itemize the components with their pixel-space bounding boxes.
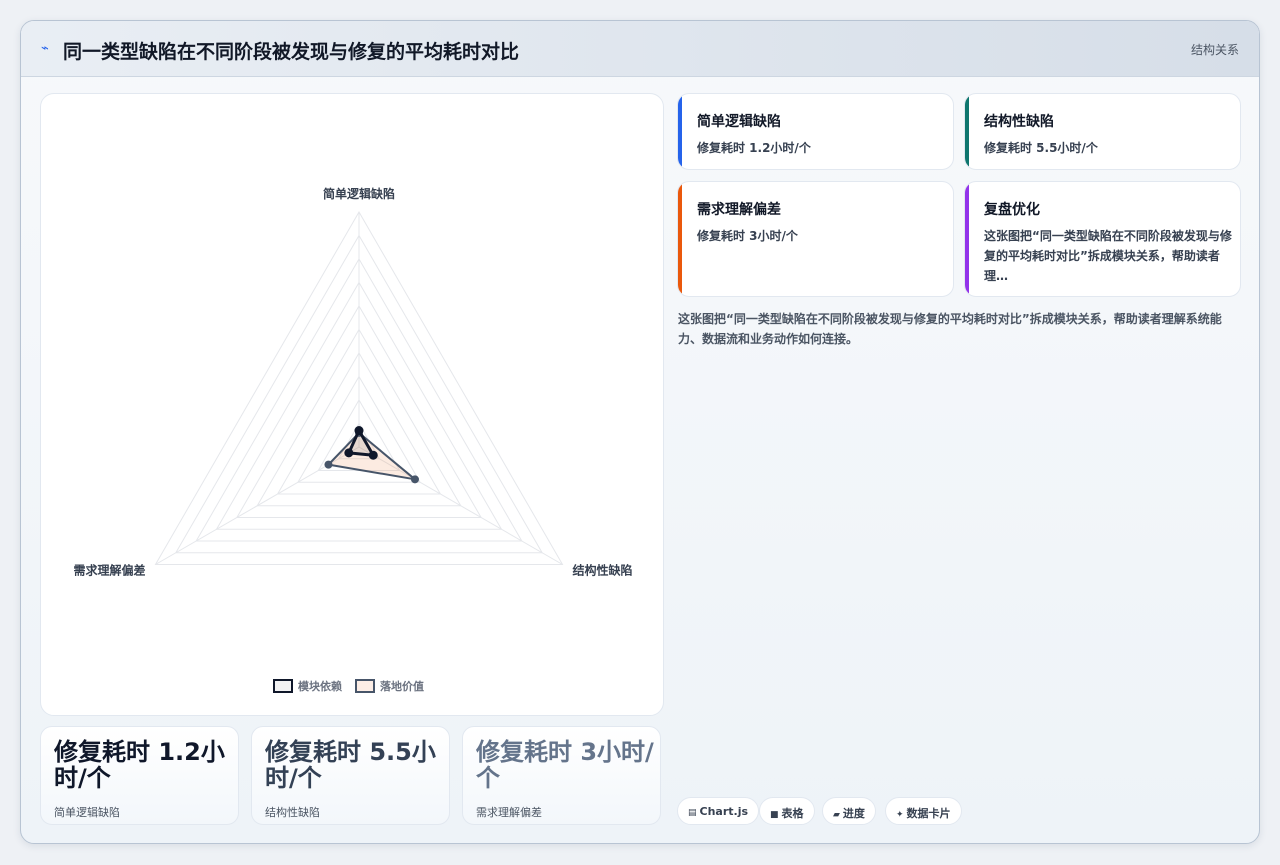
spark-icon: ⌁ [41, 41, 49, 56]
stat-card-requirement: 修复耗时 3小时/个 需求理解偏差 [462, 726, 661, 825]
chart-icon: ▤ [688, 808, 697, 818]
summary-text: 这张图把“同一类型缺陷在不同阶段被发现与修复的平均耗时对比”拆成模块关系，帮助读… [678, 312, 1222, 346]
legend-swatch [355, 679, 375, 693]
legend-label: 落地价值 [380, 679, 424, 693]
chip-progress[interactable]: ▰ 进度 [822, 797, 876, 825]
accent-bar [965, 182, 969, 296]
info-card-body: 这张图把“同一类型缺陷在不同阶段被发现与修复的平均耗时对比”拆成模块关系，帮助读… [984, 229, 1232, 283]
app-window: ⌁ 同一类型缺陷在不同阶段被发现与修复的平均耗时对比 结构关系 简单逻辑缺陷结构… [20, 20, 1260, 844]
header-tag: 结构关系 [1190, 43, 1239, 57]
info-card-logic: 简单逻辑缺陷 修复耗时 1.2小时/个 [677, 93, 954, 170]
info-card-title: 复盘优化 [984, 202, 1040, 218]
stat-label: 结构性缺陷 [265, 806, 320, 819]
stat-card-structural: 修复耗时 5.5小时/个 结构性缺陷 [251, 726, 450, 825]
accent-bar [678, 94, 682, 169]
accent-bar [965, 94, 969, 169]
chip-table[interactable]: ■ 表格 [759, 797, 815, 825]
info-card-review: 复盘优化 这张图把“同一类型缺陷在不同阶段被发现与修复的平均耗时对比”拆成模块关… [964, 181, 1241, 297]
header: ⌁ 同一类型缺陷在不同阶段被发现与修复的平均耗时对比 结构关系 [21, 21, 1259, 77]
stat-value: 修复耗时 5.5小时/个 [265, 738, 436, 792]
info-card-title: 需求理解偏差 [697, 202, 781, 218]
chip-data-card[interactable]: ✦ 数据卡片 [885, 797, 962, 825]
axis-label: 简单逻辑缺陷 [323, 186, 395, 201]
accent-bar [678, 182, 682, 296]
page-title: 同一类型缺陷在不同阶段被发现与修复的平均耗时对比 [63, 41, 520, 63]
data-point [324, 460, 333, 469]
legend-label: 模块依赖 [298, 679, 342, 693]
data-point [354, 426, 364, 436]
chart-card: 简单逻辑缺陷结构性缺陷 需求理解偏差模块依赖 落地价值 [40, 93, 664, 716]
chip-chartjs[interactable]: ▤ Chart.js [677, 797, 760, 825]
stat-value: 修复耗时 1.2小时/个 [54, 738, 225, 792]
data-point [368, 450, 378, 460]
stat-card-logic: 修复耗时 1.2小时/个 简单逻辑缺陷 [40, 726, 239, 825]
legend-swatch [273, 679, 293, 693]
chip-label: 进度 [842, 807, 865, 820]
info-card-body: 修复耗时 5.5小时/个 [984, 141, 1098, 155]
info-card-requirement: 需求理解偏差 修复耗时 3小时/个 [677, 181, 954, 297]
info-card-title: 简单逻辑缺陷 [697, 114, 781, 130]
chip-label: 表格 [781, 807, 804, 820]
progress-icon: ▰ [833, 810, 840, 820]
info-card-title: 结构性缺陷 [984, 114, 1054, 130]
chip-label: Chart.js [699, 805, 749, 818]
chip-label: 数据卡片 [906, 807, 951, 820]
table-icon: ■ [770, 810, 779, 820]
data-point [344, 448, 354, 458]
info-card-body: 修复耗时 1.2小时/个 [697, 141, 811, 155]
stat-label: 简单逻辑缺陷 [54, 806, 120, 819]
card-icon: ✦ [896, 810, 904, 820]
data-point [410, 475, 419, 484]
radar-chart: 简单逻辑缺陷结构性缺陷 需求理解偏差模块依赖 落地价值 [73, 186, 633, 693]
stat-value: 修复耗时 3小时/个 [476, 738, 654, 792]
axis-label: 需求理解偏差 [73, 563, 145, 578]
info-card-body: 修复耗时 3小时/个 [697, 229, 798, 243]
info-card-structural: 结构性缺陷 修复耗时 5.5小时/个 [964, 93, 1241, 170]
axis-label: 结构性缺陷 [573, 563, 633, 578]
stat-label: 需求理解偏差 [476, 806, 542, 819]
